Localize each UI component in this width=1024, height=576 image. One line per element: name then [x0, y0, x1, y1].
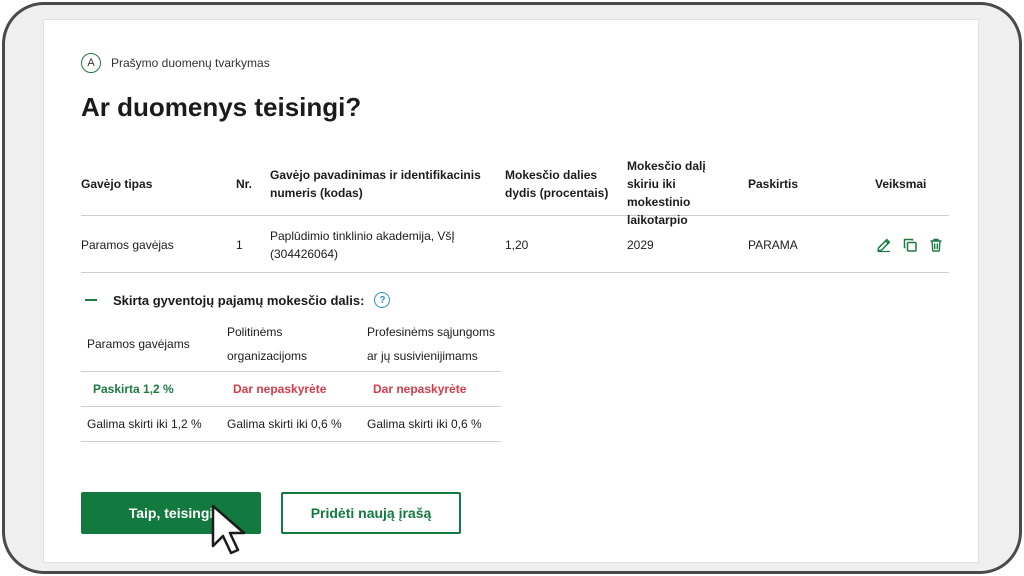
table-header: Gavėjo tipas Nr. Gavėjo pavadinimas ir i… [81, 150, 949, 227]
content-panel: A Prašymo duomenų tvarkymas Ar duomenys … [43, 19, 979, 563]
col-header-political: Politinėms [227, 325, 283, 339]
cell-name-id: Paplūdimio tinklinio akademija, VšĮ (304… [270, 229, 455, 261]
pointer-cursor-icon [211, 504, 246, 555]
edit-icon[interactable] [875, 236, 893, 254]
cell-period: 2029 [627, 238, 654, 252]
minus-icon[interactable] [85, 299, 97, 301]
divider [81, 371, 501, 372]
header-actions: Veiksmai [875, 177, 927, 191]
table-row: Paramos gavėjas 1 Paplūdimio tinklinio a… [81, 216, 949, 273]
header-share: Mokesčio dalies dydis (procentais) [505, 168, 609, 200]
page-title: Ar duomenys teisingi? [81, 92, 362, 122]
cell-recipient-type: Paramos gavėjas [81, 238, 174, 252]
header-name-id: Gavėjo pavadinimas ir identifikacinis nu… [270, 168, 481, 200]
help-icon[interactable]: ? [374, 292, 391, 308]
row-actions [875, 236, 945, 254]
status-political: Dar nepaskyrėte [233, 382, 327, 396]
step-indicator: A Prašymo duomenų tvarkymas [81, 53, 270, 73]
header-nr: Nr. [236, 177, 253, 191]
divider [81, 406, 501, 407]
status-unions: Dar nepaskyrėte [373, 382, 467, 396]
limit-political: Galima skirti iki 0,6 % [227, 417, 342, 431]
step-label: Prašymo duomenų tvarkymas [111, 56, 270, 70]
limit-support: Galima skirti iki 1,2 % [87, 417, 202, 431]
divider [81, 441, 501, 442]
device-frame: A Prašymo duomenų tvarkymas Ar duomenys … [2, 2, 1022, 574]
recipients-table: Gavėjo tipas Nr. Gavėjo pavadinimas ir i… [81, 150, 949, 273]
add-record-button[interactable]: Pridėti naują įrašą [281, 492, 461, 534]
col-header-unions-line2: ar jų susivienijimams [367, 349, 478, 363]
header-purpose: Paskirtis [748, 177, 799, 191]
copy-icon[interactable] [901, 236, 919, 254]
status-support: Paskirta 1,2 % [93, 382, 174, 396]
tax-share-section-header[interactable]: Skirta gyventojų pajamų mokesčio dalis: … [85, 292, 391, 308]
header-recipient-type: Gavėjo tipas [81, 177, 153, 191]
cell-nr: 1 [236, 238, 243, 252]
col-header-political-line2: organizacijoms [227, 349, 308, 363]
cell-share: 1,20 [505, 238, 529, 252]
step-badge: A [81, 53, 101, 73]
col-header-support: Paramos gavėjams [87, 337, 190, 351]
col-header-unions: Profesinėms sąjungoms [367, 325, 496, 339]
cell-purpose: PARAMA [748, 238, 798, 252]
limit-unions: Galima skirti iki 0,6 % [367, 417, 482, 431]
section-title: Skirta gyventojų pajamų mokesčio dalis: [113, 292, 365, 308]
trash-icon[interactable] [927, 236, 945, 254]
